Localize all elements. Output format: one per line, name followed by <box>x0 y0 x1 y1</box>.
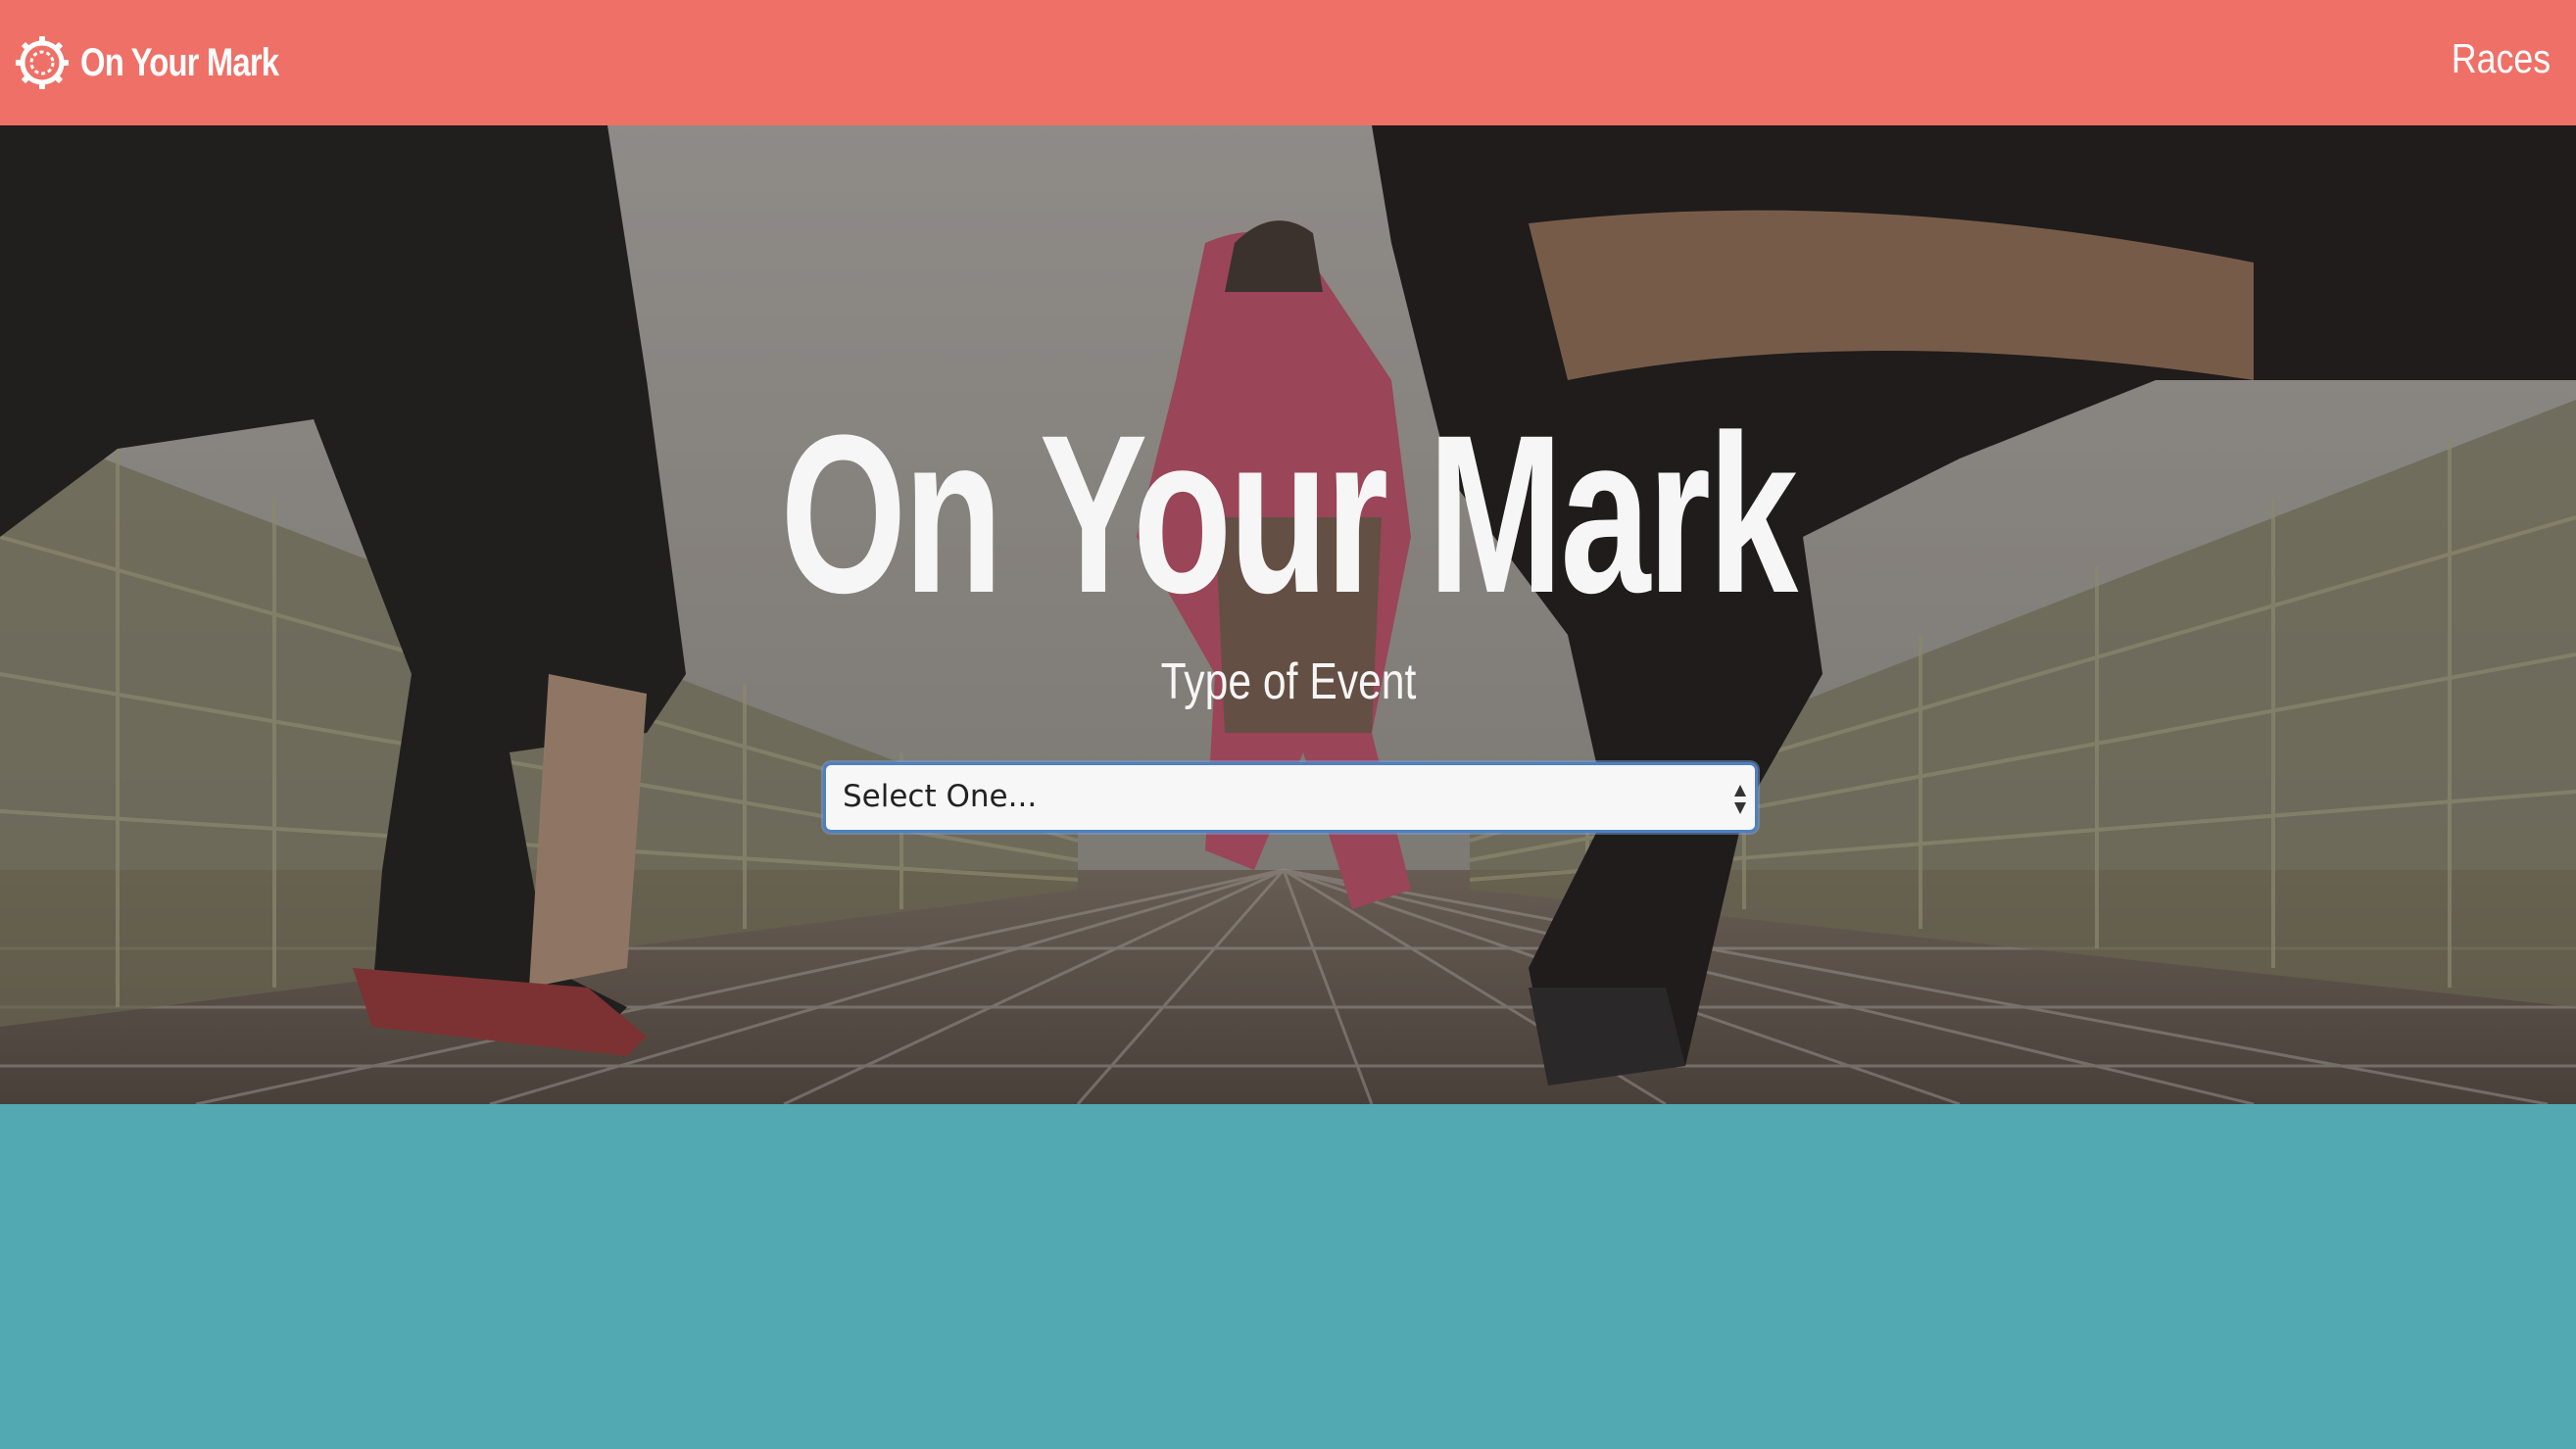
hero-section: On Your Mark Type of Event Select One... <box>0 125 2576 1104</box>
event-type-label: Type of Event <box>1160 653 1416 710</box>
gear-icon <box>14 34 71 91</box>
select-updown-arrows-icon <box>1733 783 1747 816</box>
brand-text: On Your Mark <box>80 40 279 84</box>
event-type-select-value: Select One... <box>843 779 1038 814</box>
event-type-select[interactable]: Select One... <box>823 762 1758 833</box>
brand-link[interactable]: On Your Mark <box>14 31 322 94</box>
content-section <box>0 1104 2576 1449</box>
hero-title: On Your Mark <box>780 388 1799 640</box>
top-navbar: On Your Mark Races <box>0 0 2576 125</box>
nav-link-races[interactable]: Races <box>2452 35 2551 82</box>
